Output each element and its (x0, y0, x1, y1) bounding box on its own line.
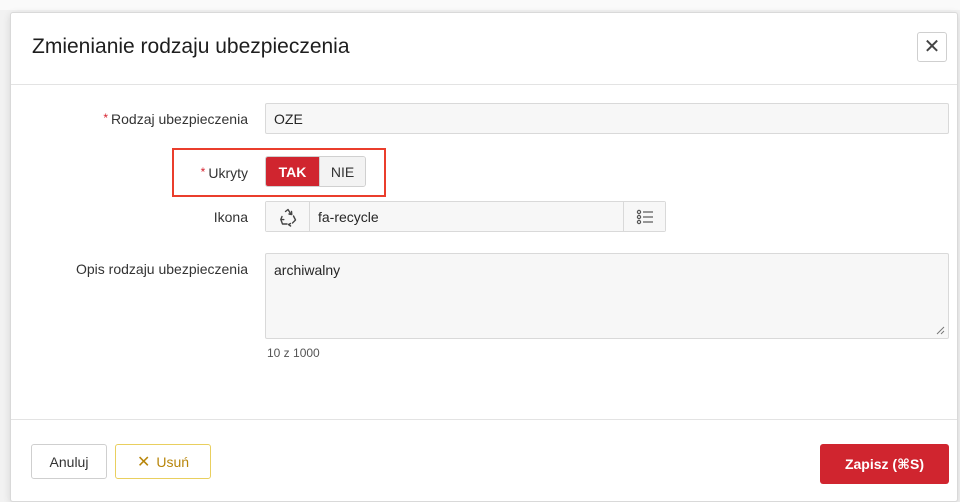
close-button[interactable]: ✕ (917, 32, 947, 62)
icon-label: Ikona (213, 209, 248, 225)
dialog-footer: Anuluj ✕ Usuń Zapisz (⌘S) (11, 419, 957, 501)
close-icon: ✕ (136, 453, 151, 471)
delete-button[interactable]: ✕ Usuń (115, 444, 211, 479)
save-button[interactable]: Zapisz (⌘S) (820, 444, 949, 484)
list-picker-icon (636, 209, 653, 224)
delete-label: Usuń (156, 453, 190, 470)
hidden-option-yes[interactable]: TAK (266, 157, 319, 186)
dialog-title: Zmienianie rodzaju ubezpieczenia (32, 35, 350, 58)
icon-picker-button[interactable] (623, 202, 665, 231)
hidden-option-no[interactable]: NIE (319, 157, 365, 186)
description-textarea[interactable]: archiwalny (265, 253, 949, 339)
required-marker: * (200, 165, 206, 179)
icon-field: fa-recycle (265, 201, 666, 232)
character-counter: 10 z 1000 (267, 346, 320, 360)
close-icon: ✕ (923, 36, 941, 58)
recycle-icon (266, 202, 310, 231)
dialog-body: * Rodzaj ubezpieczenia OZE * Ukryty TAK NI… (11, 85, 957, 419)
background-strip (0, 0, 960, 10)
required-marker: * (103, 111, 109, 125)
dialog-header: Zmienianie rodzaju ubezpieczenia ✕ (11, 13, 957, 85)
insurance-type-value: OZE (274, 110, 303, 127)
resize-grip-icon[interactable] (936, 326, 945, 335)
insurance-type-label: * Rodzaj ubezpieczenia (103, 111, 248, 127)
description-label: Opis rodzaju ubezpieczenia (76, 261, 248, 277)
hidden-label: * Ukryty (200, 165, 248, 181)
hidden-toggle: TAK NIE (265, 156, 366, 187)
description-value: archiwalny (274, 262, 341, 278)
cancel-button[interactable]: Anuluj (31, 444, 107, 479)
edit-insurance-type-dialog: Zmienianie rodzaju ubezpieczenia ✕ * Rodz… (10, 12, 958, 502)
icon-value: fa-recycle (318, 208, 379, 225)
icon-input[interactable]: fa-recycle (310, 202, 623, 231)
insurance-type-input[interactable]: OZE (265, 103, 949, 134)
